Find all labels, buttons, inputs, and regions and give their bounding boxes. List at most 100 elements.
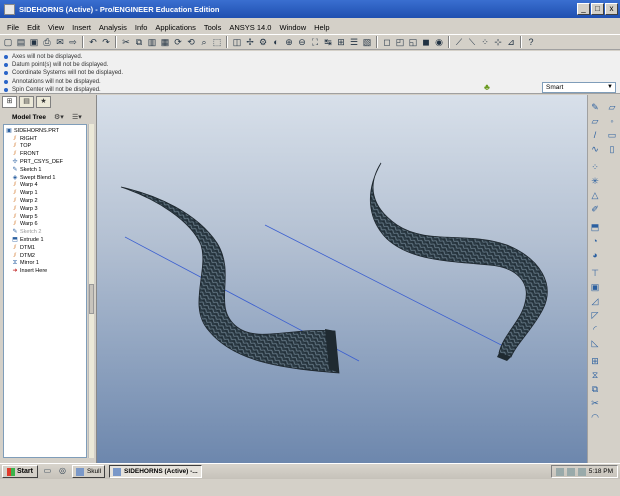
saved-views-icon[interactable]: ⊞ bbox=[335, 36, 347, 48]
context-help-icon[interactable]: ? bbox=[525, 36, 537, 48]
open-folder-icon[interactable]: ▤ bbox=[15, 36, 27, 48]
enhanced-realism-icon[interactable]: ◉ bbox=[433, 36, 445, 48]
tab-folder-browser[interactable]: ▤ bbox=[19, 96, 34, 108]
save-icon[interactable]: ▣ bbox=[28, 36, 40, 48]
paste-special-icon[interactable]: ▦ bbox=[159, 36, 171, 48]
refit-icon[interactable]: ⛶ bbox=[309, 36, 321, 48]
find-icon[interactable]: ⌕ bbox=[198, 36, 210, 48]
round-tool-icon[interactable]: ◜ bbox=[589, 323, 601, 335]
maximize-button[interactable]: □ bbox=[591, 3, 604, 15]
tree-node[interactable]: ⫽ DTM1 bbox=[4, 244, 86, 252]
regen-manager-icon[interactable]: ⟲ bbox=[185, 36, 197, 48]
tree-node[interactable]: ⫽ TOP bbox=[4, 143, 86, 151]
regenerate-icon[interactable]: ⟳ bbox=[172, 36, 184, 48]
minimize-button[interactable]: _ bbox=[577, 3, 590, 15]
tree-node[interactable]: ⫽ Warp 5 bbox=[4, 213, 86, 221]
datum-axis-icon[interactable]: / bbox=[589, 129, 601, 141]
analysis-icon[interactable]: △ bbox=[589, 189, 601, 201]
merge-tool-icon[interactable]: ⧉ bbox=[589, 383, 601, 395]
shading-icon[interactable]: ◐ bbox=[270, 36, 282, 48]
tab-model-tree[interactable]: ⊞ bbox=[2, 96, 17, 108]
graphics-window[interactable] bbox=[96, 95, 587, 463]
reorient-icon[interactable]: ↹ bbox=[322, 36, 334, 48]
tree-node[interactable]: ⫽ FRONT bbox=[4, 150, 86, 158]
shaded-icon[interactable]: ◼ bbox=[420, 36, 432, 48]
repaint-icon[interactable]: ◫ bbox=[231, 36, 243, 48]
menu-edit[interactable]: Edit bbox=[23, 23, 44, 32]
annotation-display-icon[interactable]: ⊿ bbox=[505, 36, 517, 48]
volume-icon[interactable] bbox=[566, 467, 575, 476]
datum-planes-icon[interactable]: ⟋ bbox=[453, 36, 465, 48]
tree-show-icon[interactable]: ☰▾ bbox=[72, 113, 82, 121]
pattern-tool-icon[interactable]: ⊞ bbox=[589, 355, 601, 367]
clock[interactable]: 5:18 PM bbox=[589, 468, 613, 475]
close-button[interactable]: x bbox=[605, 3, 618, 15]
mirror-tool-icon[interactable]: ⧖ bbox=[589, 369, 601, 381]
tree-node[interactable]: ⫽ Warp 2 bbox=[4, 197, 86, 205]
hidden-line-icon[interactable]: ◰ bbox=[394, 36, 406, 48]
draft-tool-icon[interactable]: ◸ bbox=[589, 309, 601, 321]
start-button[interactable]: Start bbox=[2, 465, 38, 478]
sketched-datum-icon[interactable]: ▯ bbox=[606, 143, 618, 155]
spin-center-icon[interactable]: ✢ bbox=[244, 36, 256, 48]
sketch-tool-icon[interactable]: ✎ bbox=[589, 101, 601, 113]
extrude-tool-icon[interactable]: ⬒ bbox=[589, 221, 601, 233]
paste-icon[interactable]: ▥ bbox=[146, 36, 158, 48]
tree-node[interactable]: ⫽ Warp 3 bbox=[4, 205, 86, 213]
email-icon[interactable]: ✉ bbox=[54, 36, 66, 48]
menu-analysis[interactable]: Analysis bbox=[95, 23, 131, 32]
tree-node[interactable]: ⫽ DTM2 bbox=[4, 252, 86, 260]
sketcher-icon[interactable]: ✐ bbox=[589, 203, 601, 215]
tree-node[interactable]: ⫽ Warp 6 bbox=[4, 221, 86, 229]
point-display-icon[interactable]: ⁘ bbox=[479, 36, 491, 48]
no-hidden-icon[interactable]: ◱ bbox=[407, 36, 419, 48]
revolve-tool-icon[interactable]: ◔ bbox=[589, 235, 601, 247]
tree-node[interactable]: ⧖ Mirror 1 bbox=[4, 260, 86, 268]
menu-ansys[interactable]: ANSYS 14.0 bbox=[225, 23, 275, 32]
trim-tool-icon[interactable]: ✂ bbox=[589, 397, 601, 409]
shell-tool-icon[interactable]: ▣ bbox=[589, 281, 601, 293]
tree-node[interactable]: ✢ PRT_CSYS_DEF bbox=[4, 158, 86, 166]
sweep-tool-icon[interactable]: ◕ bbox=[589, 249, 601, 261]
taskbar-item-sidehorns[interactable]: SIDEHORNS (Active) -... bbox=[109, 465, 202, 478]
datum-plane-icon[interactable]: ▱ bbox=[589, 115, 601, 127]
new-file-icon[interactable]: ▢ bbox=[2, 36, 14, 48]
datum-curve-icon[interactable]: ▭ bbox=[606, 129, 618, 141]
csys-icon[interactable]: ✳ bbox=[589, 175, 601, 187]
curve-icon[interactable]: ∿ bbox=[589, 143, 601, 155]
tree-node[interactable]: ⫽ Warp 1 bbox=[4, 189, 86, 197]
menu-insert[interactable]: Insert bbox=[68, 23, 95, 32]
copy-icon[interactable]: ⧉ bbox=[133, 36, 145, 48]
view-manager-icon[interactable]: ▧ bbox=[361, 36, 373, 48]
scroll-thumb[interactable] bbox=[89, 284, 94, 314]
taskbar-item-skull[interactable]: Skull bbox=[71, 465, 106, 478]
csys-display-icon[interactable]: ⊹ bbox=[492, 36, 504, 48]
menu-help[interactable]: Help bbox=[310, 23, 333, 32]
tree-scrollbar[interactable] bbox=[88, 124, 94, 458]
tab-favorites[interactable]: ★ bbox=[36, 96, 51, 108]
tree-node[interactable]: ▣ SIDEHORNS.PRT bbox=[4, 127, 86, 135]
tree-node[interactable]: ⫽ Warp 4 bbox=[4, 182, 86, 190]
hole-tool-icon[interactable]: ⊤ bbox=[589, 267, 601, 279]
menu-view[interactable]: View bbox=[44, 23, 68, 32]
right-horn[interactable] bbox=[370, 162, 548, 358]
datum-point-icon[interactable]: ◦ bbox=[606, 115, 618, 127]
left-horn[interactable] bbox=[120, 186, 340, 374]
tree-node[interactable]: ✎ Sketch 2 bbox=[4, 228, 86, 236]
tree-node[interactable]: ⬒ Extrude 1 bbox=[4, 236, 86, 244]
offset-tool-icon[interactable]: ◠ bbox=[589, 411, 601, 423]
tree-node[interactable]: ✎ Sketch 1 bbox=[4, 166, 86, 174]
tree-node[interactable]: ◈ Swept Blend 1 bbox=[4, 174, 86, 182]
redo-icon[interactable]: ↷ bbox=[100, 36, 112, 48]
datum-plane-tool-icon[interactable]: ▱ bbox=[606, 101, 618, 113]
browser-icon[interactable]: ◎ bbox=[57, 466, 68, 477]
orient-mode-icon[interactable]: ⚙ bbox=[257, 36, 269, 48]
menu-info[interactable]: Info bbox=[131, 23, 152, 32]
menu-tools[interactable]: Tools bbox=[200, 23, 226, 32]
menu-window[interactable]: Window bbox=[275, 23, 310, 32]
layers-icon[interactable]: ☰ bbox=[348, 36, 360, 48]
zoom-in-icon[interactable]: ⊕ bbox=[283, 36, 295, 48]
tree-node[interactable]: ➜ Insert Here bbox=[4, 267, 86, 275]
select-box-icon[interactable]: ⬚ bbox=[211, 36, 223, 48]
menu-file[interactable]: File bbox=[3, 23, 23, 32]
